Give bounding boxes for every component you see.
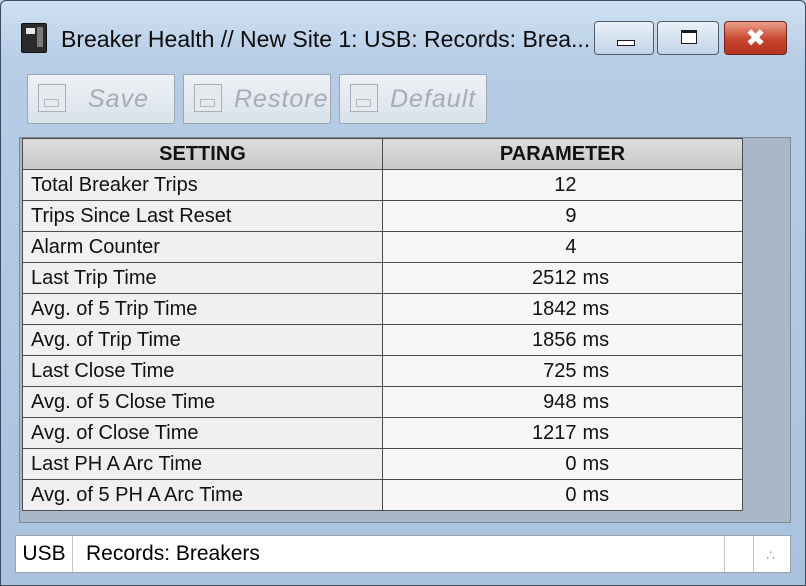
close-button[interactable]: ✖ xyxy=(724,21,787,55)
parameter-cell[interactable]: 12 xyxy=(382,169,743,201)
parameter-cell[interactable]: 948 ms xyxy=(382,386,743,418)
parameter-unit: ms xyxy=(582,390,610,413)
setting-cell: Avg. of 5 Close Time xyxy=(22,386,383,418)
maximize-button[interactable] xyxy=(657,21,719,55)
restore-button-label: Restore xyxy=(234,85,329,113)
parameter-value: 9 xyxy=(565,204,577,227)
restore-icon xyxy=(194,84,222,112)
parameter-unit: ms xyxy=(582,266,610,289)
parameter-value: 0 xyxy=(565,452,577,475)
parameter-value: 12 xyxy=(554,173,577,196)
resize-grip-icon[interactable]: ∴ xyxy=(766,548,786,570)
close-icon: ✖ xyxy=(745,24,766,52)
parameter-cell[interactable]: 725 ms xyxy=(382,355,743,387)
parameter-cell[interactable]: 2512 ms xyxy=(382,262,743,294)
status-bar: USB Records: Breakers ∴ xyxy=(15,535,791,573)
app-icon[interactable] xyxy=(21,23,47,53)
table-row[interactable]: Trips Since Last Reset 9 xyxy=(22,200,743,232)
minimize-icon xyxy=(617,40,635,46)
maximize-icon xyxy=(681,30,697,44)
table-row[interactable]: Avg. of 5 PH A Arc Time 0 ms xyxy=(22,479,743,511)
setting-cell: Trips Since Last Reset xyxy=(22,200,383,232)
parameter-cell[interactable]: 0 ms xyxy=(382,479,743,511)
save-icon xyxy=(38,84,66,112)
parameter-cell[interactable]: 4 xyxy=(382,231,743,263)
parameter-unit: ms xyxy=(582,297,610,320)
parameter-unit: ms xyxy=(582,359,610,382)
parameter-value: 4 xyxy=(565,235,577,258)
setting-cell: Avg. of Trip Time xyxy=(22,324,383,356)
parameter-value: 1842 xyxy=(532,297,577,320)
parameter-unit: ms xyxy=(582,452,610,475)
title-bar[interactable]: Breaker Health // New Site 1: USB: Recor… xyxy=(1,1,805,57)
table-row[interactable]: Alarm Counter 4 xyxy=(22,231,743,263)
parameter-value: 725 xyxy=(543,359,577,382)
minimize-button[interactable] xyxy=(594,21,654,55)
parameter-cell[interactable]: 1856 ms xyxy=(382,324,743,356)
table-row[interactable]: Last Close Time 725 ms xyxy=(22,355,743,387)
parameter-value: 2512 xyxy=(532,266,577,289)
setting-cell: Last Trip Time xyxy=(22,262,383,294)
parameter-cell[interactable]: 0 ms xyxy=(382,448,743,480)
default-button-label: Default xyxy=(390,85,477,113)
table-row[interactable]: Avg. of 5 Trip Time 1842 ms xyxy=(22,293,743,325)
parameter-cell[interactable]: 1217 ms xyxy=(382,417,743,449)
parameter-value: 948 xyxy=(543,390,577,413)
table-row[interactable]: Avg. of 5 Close Time 948 ms xyxy=(22,386,743,418)
settings-grid: SETTING PARAMETER Total Breaker Trips 12 T… xyxy=(22,138,743,511)
setting-cell: Avg. of 5 Trip Time xyxy=(22,293,383,325)
parameter-column-header[interactable]: PARAMETER xyxy=(382,138,743,170)
parameter-unit: ms xyxy=(582,421,610,444)
table-row[interactable]: Avg. of Close Time 1217 ms xyxy=(22,417,743,449)
setting-column-header[interactable]: SETTING xyxy=(22,138,383,170)
save-button[interactable]: Save xyxy=(27,74,175,124)
settings-grid-panel: SETTING PARAMETER Total Breaker Trips 12 T… xyxy=(19,137,791,523)
breaker-health-window: Breaker Health // New Site 1: USB: Recor… xyxy=(0,0,806,586)
parameter-value: 1856 xyxy=(532,328,577,351)
table-row[interactable]: Last Trip Time 2512 ms xyxy=(22,262,743,294)
window-title: Breaker Health // New Site 1: USB: Recor… xyxy=(61,26,589,52)
setting-cell: Avg. of Close Time xyxy=(22,417,383,449)
default-button[interactable]: Default xyxy=(339,74,487,124)
setting-cell: Total Breaker Trips xyxy=(22,169,383,201)
save-button-label: Save xyxy=(88,85,149,113)
setting-cell: Last PH A Arc Time xyxy=(22,448,383,480)
setting-cell: Alarm Counter xyxy=(22,231,383,263)
setting-cell: Avg. of 5 PH A Arc Time xyxy=(22,479,383,511)
grid-header-row: SETTING PARAMETER xyxy=(22,138,743,170)
parameter-unit: ms xyxy=(582,328,610,351)
grid-body: Total Breaker Trips 12 Trips Since Last Re… xyxy=(22,169,743,511)
connection-status: USB xyxy=(16,536,73,572)
table-row[interactable]: Last PH A Arc Time 0 ms xyxy=(22,448,743,480)
status-cell xyxy=(724,536,754,572)
parameter-cell[interactable]: 9 xyxy=(382,200,743,232)
parameter-unit: ms xyxy=(582,483,610,506)
default-icon xyxy=(350,84,378,112)
record-path: Records: Breakers xyxy=(86,542,260,565)
table-row[interactable]: Total Breaker Trips 12 xyxy=(22,169,743,201)
setting-cell: Last Close Time xyxy=(22,355,383,387)
parameter-value: 0 xyxy=(565,483,577,506)
table-row[interactable]: Avg. of Trip Time 1856 ms xyxy=(22,324,743,356)
restore-button[interactable]: Restore xyxy=(183,74,331,124)
parameter-value: 1217 xyxy=(532,421,577,444)
parameter-cell[interactable]: 1842 ms xyxy=(382,293,743,325)
